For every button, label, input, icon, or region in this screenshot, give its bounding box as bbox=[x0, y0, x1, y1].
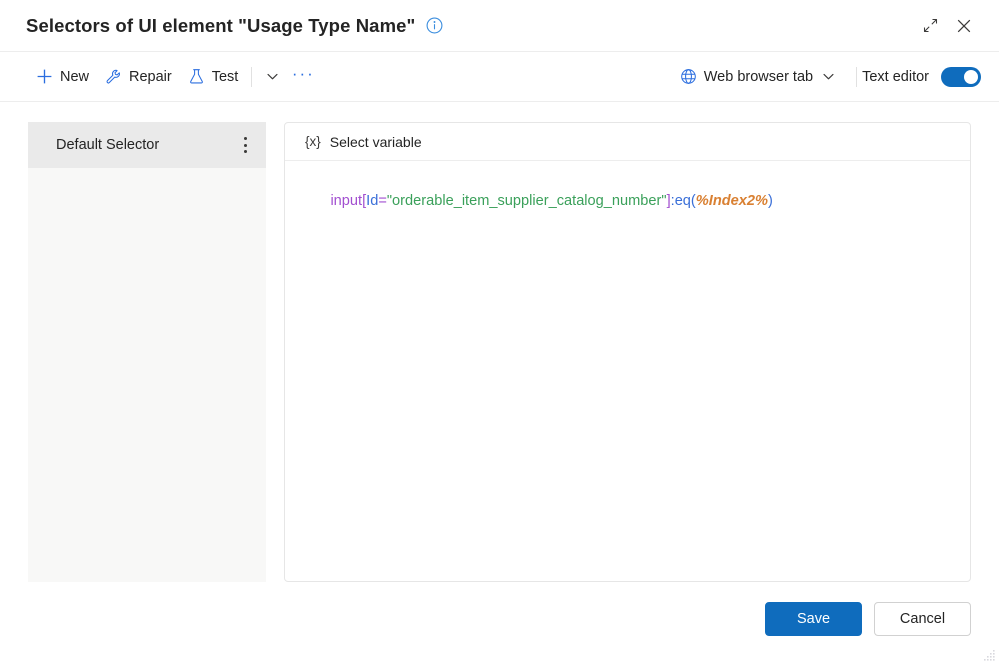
editor-header: {x} Select variable bbox=[285, 123, 970, 161]
close-icon[interactable] bbox=[947, 10, 981, 42]
code-token-variable: %Index2% bbox=[695, 193, 768, 209]
save-button[interactable]: Save bbox=[765, 602, 862, 636]
dot bbox=[243, 149, 247, 153]
code-token-string: "orderable_item_supplier_catalog_number" bbox=[386, 193, 667, 209]
select-variable-label: Select variable bbox=[329, 133, 422, 150]
toolbar-divider-right bbox=[856, 66, 858, 87]
info-circle-icon[interactable] bbox=[426, 17, 443, 34]
page-title: Selectors of UI element "Usage Type Name… bbox=[26, 14, 416, 36]
selector-text-editor[interactable]: input[Id="orderable_item_supplier_catalo… bbox=[285, 161, 970, 581]
selector-editor-panel: {x} Select variable input[Id="orderable_… bbox=[284, 122, 971, 582]
resize-grip[interactable] bbox=[983, 649, 996, 662]
dot bbox=[243, 137, 247, 141]
dialog-footer: Save Cancel bbox=[0, 582, 999, 665]
text-editor-label: Text editor bbox=[862, 68, 929, 85]
variable-braces-icon: {x} bbox=[305, 134, 321, 149]
selector-list-item-default-selector[interactable]: Default Selector bbox=[28, 122, 266, 168]
text-editor-toggle[interactable] bbox=[941, 66, 981, 87]
flask-icon bbox=[188, 68, 205, 85]
new-button-label: New bbox=[60, 68, 90, 85]
globe-icon bbox=[680, 68, 697, 85]
more-vertical-icon[interactable] bbox=[234, 132, 256, 158]
test-dropdown-chevron-down-icon[interactable] bbox=[257, 61, 287, 93]
dialog-title-bar: Selectors of UI element "Usage Type Name… bbox=[0, 0, 999, 52]
select-variable-button[interactable]: {x} Select variable bbox=[297, 129, 430, 155]
selector-item-label: Default Selector bbox=[56, 137, 160, 153]
web-browser-tab-selector[interactable]: Web browser tab bbox=[672, 61, 851, 93]
code-token-pseudo: :eq( bbox=[670, 193, 696, 209]
toolbar-divider bbox=[251, 66, 253, 87]
test-button-label: Test bbox=[211, 68, 239, 85]
selector-list-panel: Default Selector bbox=[28, 122, 266, 582]
web-browser-tab-label: Web browser tab bbox=[703, 68, 814, 85]
code-token-equals: = bbox=[378, 193, 387, 209]
repair-button[interactable]: Repair bbox=[97, 61, 180, 93]
overflow-ellipsis-horizontal-icon[interactable]: ··· bbox=[287, 58, 319, 96]
dialog-content: Default Selector {x} Select variable inp… bbox=[0, 102, 999, 582]
plus-icon bbox=[36, 68, 53, 85]
code-token-attribute: Id bbox=[366, 193, 379, 209]
wrench-icon bbox=[105, 68, 122, 85]
dot bbox=[243, 143, 247, 147]
code-token-paren-close: ) bbox=[767, 193, 773, 209]
web-browser-tab-chevron-down-icon[interactable] bbox=[813, 61, 843, 93]
expand-diagonal-icon[interactable] bbox=[913, 10, 947, 42]
selector-code-line[interactable]: input[Id="orderable_item_supplier_catalo… bbox=[298, 171, 957, 231]
test-button[interactable]: Test bbox=[180, 61, 247, 93]
toolbar-right-group: Web browser tab Text editor bbox=[672, 61, 981, 93]
toggle-knob bbox=[964, 69, 978, 84]
new-button[interactable]: New bbox=[28, 61, 97, 93]
cancel-button[interactable]: Cancel bbox=[874, 602, 971, 636]
command-toolbar: New Repair Test ··· Web browser tab Text… bbox=[0, 52, 999, 102]
code-token-tag: input bbox=[330, 193, 363, 209]
repair-button-label: Repair bbox=[129, 68, 172, 85]
